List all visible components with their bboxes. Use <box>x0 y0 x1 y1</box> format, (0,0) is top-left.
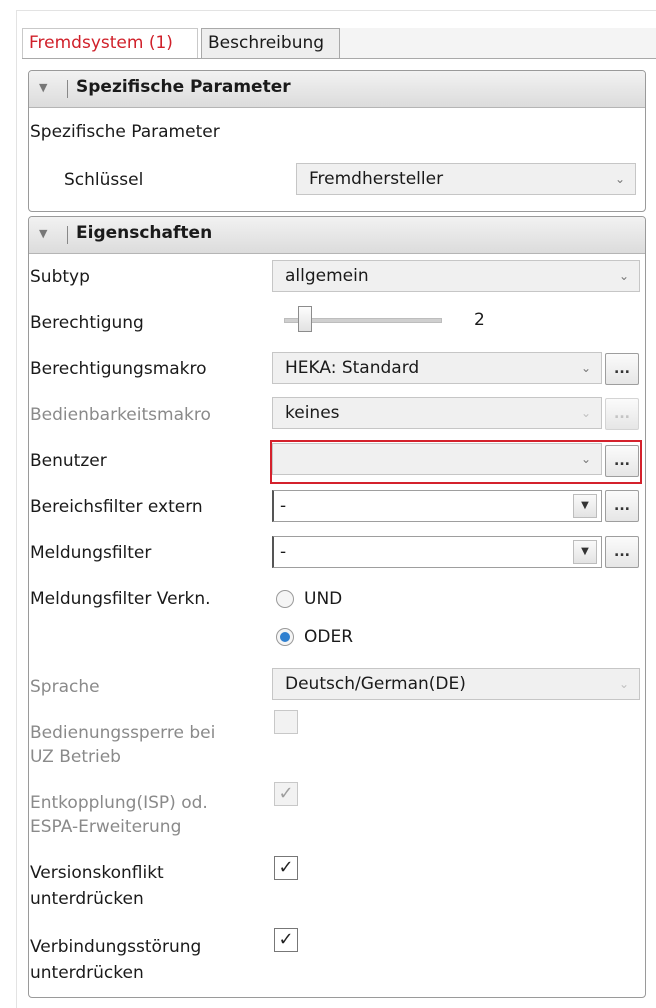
berechtigungsmakro-label: Berechtigungsmakro <box>30 359 207 379</box>
bedienbarkeitsmakro-dropdown: keines ⌄ <box>272 397 602 429</box>
sperre-label-line2: UZ Betrieb <box>30 747 121 767</box>
bedienbarkeitsmakro-label: Bedienbarkeitsmakro <box>30 405 211 425</box>
chevron-down-icon: ⌄ <box>618 677 629 691</box>
versionskonflikt-checkbox[interactable]: ✓ <box>274 856 298 880</box>
versionskonflikt-label-line1: Versionskonflikt <box>30 863 164 883</box>
bereichsfilter-more-button[interactable]: ... <box>605 490 639 522</box>
meldungsfilter-more-button[interactable]: ... <box>605 536 639 568</box>
sprache-value: Deutsch/German(DE) <box>285 674 466 694</box>
benutzer-label: Benutzer <box>30 451 107 471</box>
subtyp-label: Subtyp <box>30 267 90 287</box>
radio-und-label[interactable]: UND <box>304 588 342 610</box>
verbindung-label-line2: unterdrücken <box>30 963 144 983</box>
berechtigung-value: 2 <box>474 310 485 330</box>
verbindung-checkbox[interactable]: ✓ <box>274 928 298 952</box>
berechtigung-slider-thumb[interactable] <box>298 306 312 332</box>
sperre-checkbox <box>274 710 298 734</box>
meldungsfilter-combobox[interactable]: - ▼ <box>272 536 602 568</box>
group-title: Spezifische Parameter <box>76 77 291 97</box>
collapse-triangle-icon[interactable]: ▼ <box>39 227 47 240</box>
tab-beschreibung[interactable]: Beschreibung <box>201 28 340 58</box>
group-title: Eigenschaften <box>76 223 213 243</box>
tab-divider <box>22 58 656 59</box>
section-subtitle: Spezifische Parameter <box>30 122 220 142</box>
berechtigung-label: Berechtigung <box>30 313 144 333</box>
sprache-label: Sprache <box>30 677 100 697</box>
header-separator <box>67 226 68 244</box>
dropdown-arrow-icon[interactable]: ▼ <box>573 540 597 564</box>
dropdown-arrow-icon[interactable]: ▼ <box>573 494 597 518</box>
group-header[interactable]: ▼ Eigenschaften <box>29 217 645 254</box>
chevron-down-icon: ⌄ <box>618 269 629 283</box>
schluessel-dropdown[interactable]: Fremdhersteller ⌄ <box>296 163 636 195</box>
group-header[interactable]: ▼ Spezifische Parameter <box>29 71 645 108</box>
header-separator <box>67 80 68 98</box>
entkopplung-label-line2: ESPA-Erweiterung <box>30 817 182 837</box>
entkopplung-label-line1: Entkopplung(ISP) od. <box>30 793 208 813</box>
sperre-label-line1: Bedienungssperre bei <box>30 723 216 743</box>
meldungsfilter-label: Meldungsfilter <box>30 543 152 563</box>
meldungsfilter-value: - <box>280 542 287 562</box>
schluessel-label: Schlüssel <box>64 170 144 190</box>
versionskonflikt-label-line2: unterdrücken <box>30 889 144 909</box>
schluessel-value: Fremdhersteller <box>309 169 444 189</box>
entkopplung-checkbox: ✓ <box>274 782 298 806</box>
chevron-down-icon: ⌄ <box>580 361 591 375</box>
radio-oder[interactable] <box>276 628 294 646</box>
chevron-down-icon: ⌄ <box>580 406 591 420</box>
tab-strip-background <box>340 28 656 58</box>
bedienbarkeitsmakro-value: keines <box>285 403 340 423</box>
berechtigungsmakro-more-button[interactable]: ... <box>605 353 639 385</box>
berechtigungsmakro-value: HEKA: Standard <box>285 358 420 378</box>
benutzer-dropdown[interactable]: ⌄ <box>272 443 602 475</box>
bereichsfilter-value: - <box>280 496 287 516</box>
verbindung-label-line1: Verbindungsstörung <box>30 937 202 957</box>
sprache-dropdown: Deutsch/German(DE) ⌄ <box>272 668 640 700</box>
bedienbarkeitsmakro-more-button: ... <box>605 398 639 430</box>
chevron-down-icon: ⌄ <box>580 452 591 466</box>
subtyp-value: allgemein <box>285 266 369 286</box>
bereichsfilter-combobox[interactable]: - ▼ <box>272 490 602 522</box>
tab-fremdsystem[interactable]: Fremdsystem (1) <box>22 28 198 58</box>
chevron-down-icon: ⌄ <box>614 172 625 186</box>
subtyp-dropdown[interactable]: allgemein ⌄ <box>272 260 640 292</box>
berechtigungsmakro-dropdown[interactable]: HEKA: Standard ⌄ <box>272 352 602 384</box>
bereichsfilter-label: Bereichsfilter extern <box>30 497 203 517</box>
collapse-triangle-icon[interactable]: ▼ <box>39 81 47 94</box>
radio-oder-label[interactable]: ODER <box>304 626 353 648</box>
verkn-label: Meldungsfilter Verkn. <box>30 589 211 609</box>
radio-und[interactable] <box>276 590 294 608</box>
benutzer-more-button[interactable]: ... <box>605 445 639 477</box>
